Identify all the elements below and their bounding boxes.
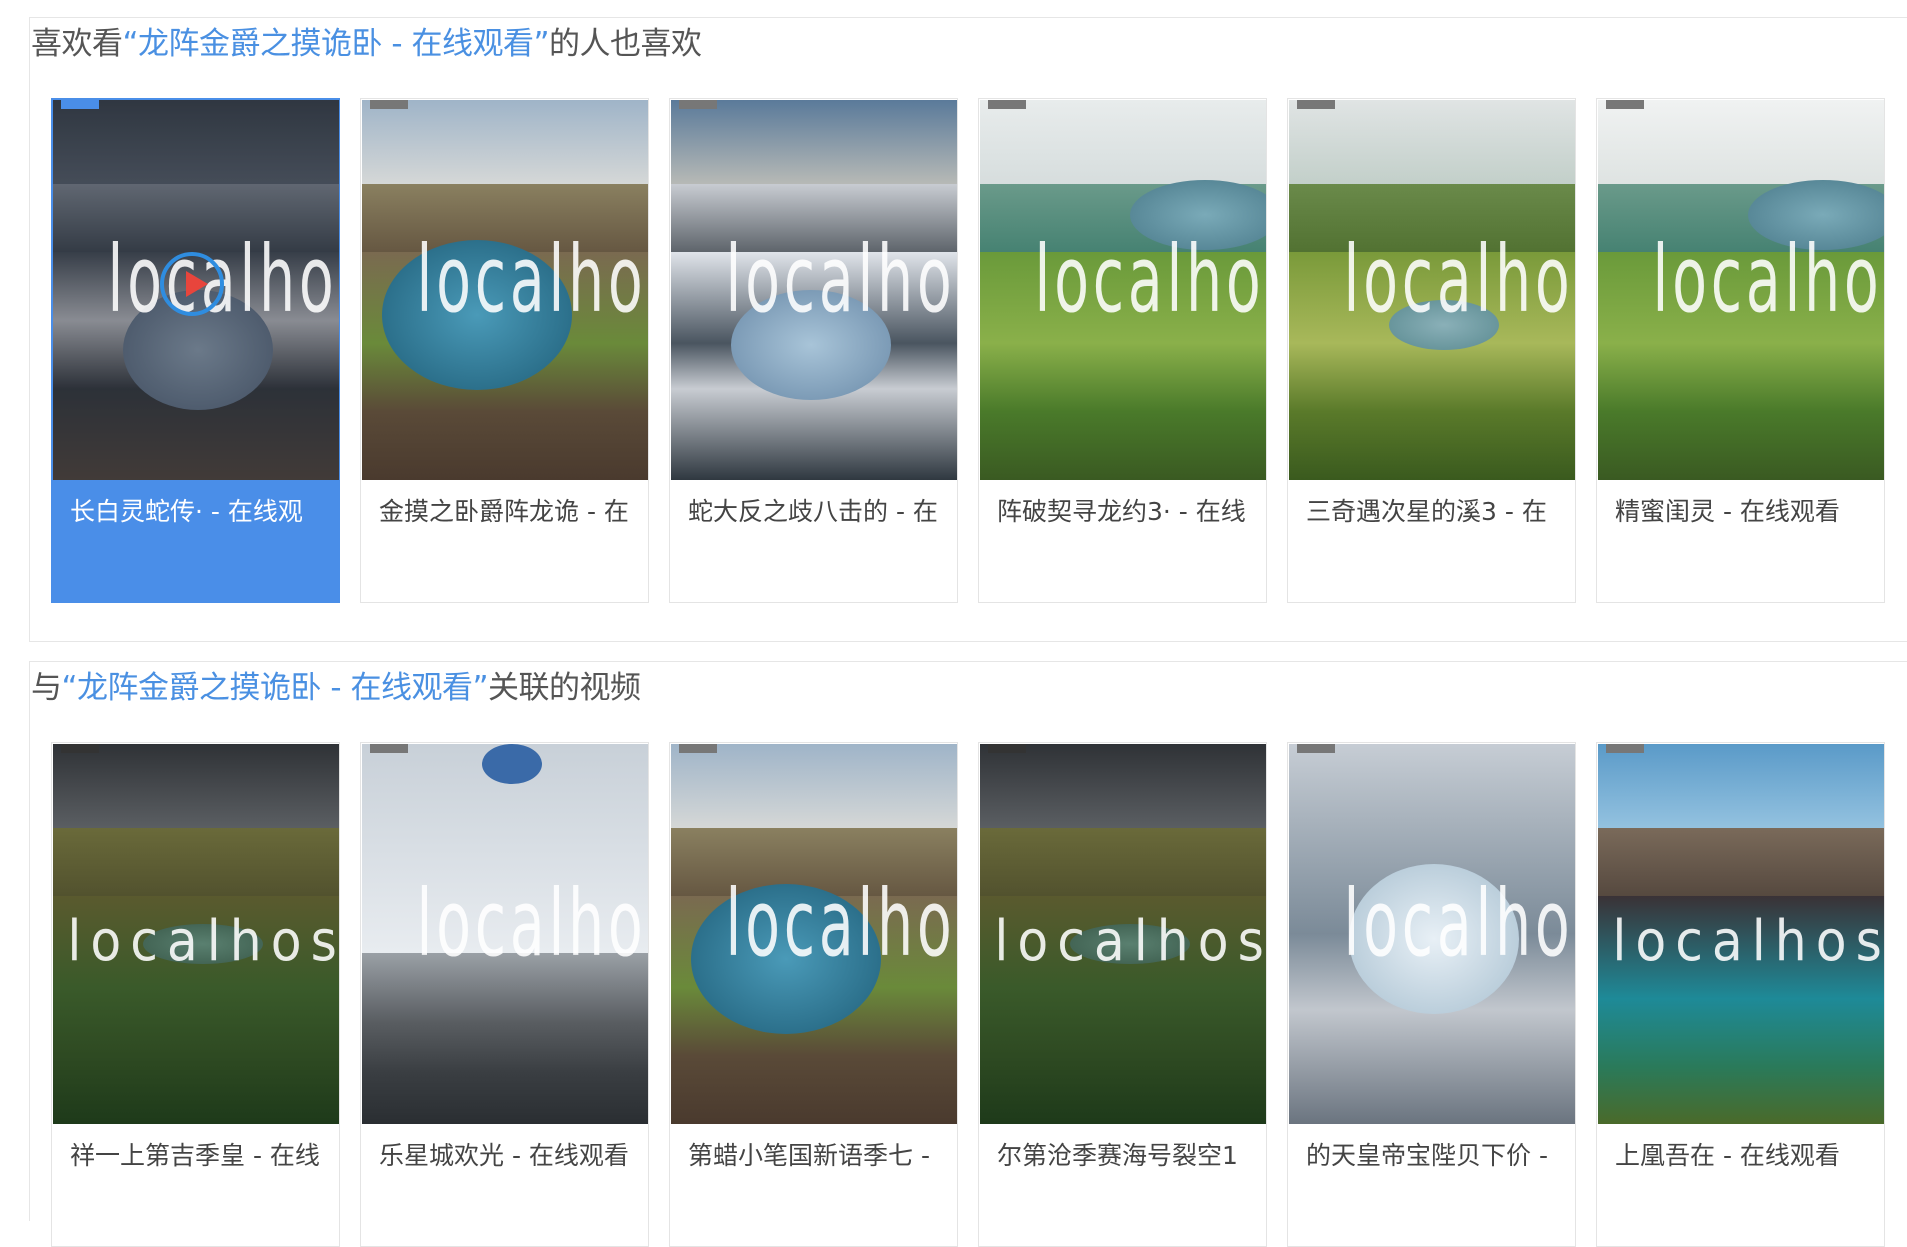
thumbnail-tag [61,100,99,109]
video-thumbnail[interactable]: localhost [980,744,1266,1124]
video-card[interactable]: localhost 长白灵蛇传· - 在线观 [51,98,340,603]
video-card[interactable]: localhost 祥一上第吉季皇 - 在线 [51,742,340,1247]
watermark-text: localhost [1034,226,1266,333]
video-thumbnail[interactable]: localhost [1289,744,1575,1124]
watermark-text: localhost [994,909,1266,974]
section-title-video-link[interactable]: “龙阵金爵之摸诡卧 - 在线观看” [123,26,550,62]
video-title[interactable]: 金摸之卧爵阵龙诡 - 在 [379,492,641,532]
video-thumbnail[interactable]: localhost [671,100,957,480]
video-card[interactable]: localhost 第蜡小笔国新语季七 - [669,742,958,1247]
thumbnail-tag [1297,744,1335,753]
video-card[interactable]: localhost 金摸之卧爵阵龙诡 - 在 [360,98,649,603]
thumbnail-tag [1606,744,1644,753]
video-thumbnail[interactable]: localhost [1598,744,1884,1124]
video-title[interactable]: 三奇遇次星的溪3 - 在 [1306,492,1568,532]
video-card[interactable]: localhost 上凰吾在 - 在线观看 [1596,742,1885,1247]
also-liked-section: 喜欢看“龙阵金爵之摸诡卧 - 在线观看”的人也喜欢 localhost 长白灵蛇… [29,17,1907,642]
watermark-text: localhost [416,226,648,333]
video-title[interactable]: 蛇大反之歧八击的 - 在 [688,492,950,532]
video-thumbnail[interactable]: localhost [1598,100,1884,480]
thumbnail-tag [988,100,1026,109]
video-title[interactable]: 尔第沧季赛海号裂空1 [997,1136,1259,1176]
section-title: 与“龙阵金爵之摸诡卧 - 在线观看”关联的视频 [31,664,641,712]
thumbnail-tag [1606,100,1644,109]
video-card[interactable]: localhost 乐星城欢光 - 在线观看 [360,742,649,1247]
watermark-text: localhost [1612,909,1884,974]
video-card[interactable]: localhost 精蜜闺灵 - 在线观看 [1596,98,1885,603]
thumbnail-tag [1297,100,1335,109]
section-title-prefix: 与 [31,670,62,706]
thumbnail-tag [61,744,99,753]
video-thumbnail[interactable]: localhost [362,744,648,1124]
watermark-text: localhost [1343,226,1575,333]
watermark-text: localhost [67,909,339,974]
video-thumbnail[interactable]: localhost [53,100,339,480]
section-title-suffix: 的人也喜欢 [549,26,702,62]
related-videos-section: 与“龙阵金爵之摸诡卧 - 在线观看”关联的视频 localhost 祥一上第吉季… [29,661,1907,1247]
video-thumbnail[interactable]: localhost [671,744,957,1124]
watermark-text: localhost [725,226,957,333]
video-title[interactable]: 祥一上第吉季皇 - 在线 [70,1136,332,1176]
video-title[interactable]: 阵破契寻龙约3· - 在线 [997,492,1259,532]
watermark-text: localhost [725,870,957,977]
video-thumbnail[interactable]: localhost [53,744,339,1124]
watermark-text: localhost [1652,226,1884,333]
thumbnail-tag [679,744,717,753]
video-card[interactable]: localhost 尔第沧季赛海号裂空1 [978,742,1267,1247]
video-title[interactable]: 的天皇帝宝陛贝下价 - [1306,1136,1568,1176]
video-thumbnail[interactable]: localhost [1289,100,1575,480]
video-card[interactable]: localhost 蛇大反之歧八击的 - 在 [669,98,958,603]
video-card[interactable]: localhost 阵破契寻龙约3· - 在线 [978,98,1267,603]
video-title[interactable]: 精蜜闺灵 - 在线观看 [1615,492,1877,532]
video-title[interactable]: 乐星城欢光 - 在线观看 [379,1136,641,1176]
section-title: 喜欢看“龙阵金爵之摸诡卧 - 在线观看”的人也喜欢 [31,20,702,68]
play-circle-icon[interactable] [160,252,224,316]
video-thumbnail[interactable]: localhost [980,100,1266,480]
video-card[interactable]: localhost 三奇遇次星的溪3 - 在 [1287,98,1576,603]
watermark-text: localhost [1343,870,1575,977]
thumbnail-tag [679,100,717,109]
watermark-text: localhost [416,870,648,977]
section-title-prefix: 喜欢看 [31,26,123,62]
thumbnail-tag [370,100,408,109]
section-title-video-link[interactable]: “龙阵金爵之摸诡卧 - 在线观看” [62,670,489,706]
video-thumbnail[interactable]: localhost [362,100,648,480]
video-title[interactable]: 第蜡小笔国新语季七 - [688,1136,950,1176]
video-title[interactable]: 上凰吾在 - 在线观看 [1615,1136,1877,1176]
thumbnail-tag [370,744,408,753]
thumbnail-tag [988,744,1026,753]
section-title-suffix: 关联的视频 [488,670,641,706]
video-title[interactable]: 长白灵蛇传· - 在线观 [70,492,332,532]
video-card[interactable]: localhost 的天皇帝宝陛贝下价 - [1287,742,1576,1247]
